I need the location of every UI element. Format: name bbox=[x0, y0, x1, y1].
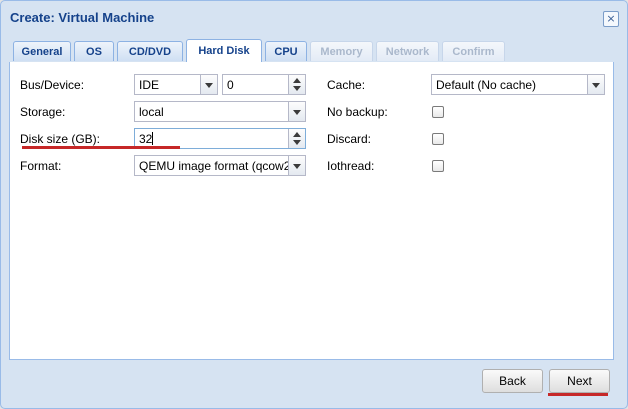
device-spinner[interactable]: 0 bbox=[222, 74, 306, 95]
tab-network: Network bbox=[376, 41, 439, 61]
tab-cd-dvd[interactable]: CD/DVD bbox=[117, 41, 183, 61]
bus-value: IDE bbox=[139, 78, 160, 92]
spinner-icon[interactable] bbox=[288, 129, 305, 148]
device-value: 0 bbox=[227, 78, 234, 92]
no-backup-label: No backup: bbox=[327, 105, 388, 119]
discard-label: Discard: bbox=[327, 132, 372, 146]
storage-label: Storage: bbox=[20, 105, 66, 119]
chevron-down-icon[interactable] bbox=[288, 156, 305, 175]
cache-value: Default (No cache) bbox=[436, 78, 537, 92]
bus-select[interactable]: IDE bbox=[134, 74, 218, 95]
disk-size-label: Disk size (GB): bbox=[20, 132, 101, 146]
close-icon[interactable]: × bbox=[603, 11, 619, 27]
iothread-label: Iothread: bbox=[327, 159, 375, 173]
no-backup-checkbox[interactable] bbox=[432, 106, 444, 118]
tab-confirm: Confirm bbox=[442, 41, 505, 61]
format-select[interactable]: QEMU image format (qcow2) bbox=[134, 155, 306, 176]
next-highlight-underline bbox=[548, 393, 608, 396]
hard-disk-panel: Bus/Device: IDE 0 Storage: local Disk si… bbox=[9, 62, 614, 360]
chevron-down-icon[interactable] bbox=[288, 102, 305, 121]
next-button[interactable]: Next bbox=[549, 369, 610, 393]
cache-select[interactable]: Default (No cache) bbox=[431, 74, 605, 95]
highlight-underline bbox=[22, 146, 180, 149]
storage-value: local bbox=[139, 105, 164, 119]
create-vm-dialog: Create: Virtual Machine × General OS CD/… bbox=[0, 0, 628, 409]
tab-cpu[interactable]: CPU bbox=[265, 41, 307, 61]
tab-memory: Memory bbox=[310, 41, 373, 61]
iothread-checkbox[interactable] bbox=[432, 160, 444, 172]
tab-os[interactable]: OS bbox=[74, 41, 114, 61]
tab-hard-disk[interactable]: Hard Disk bbox=[186, 39, 262, 62]
spinner-icon[interactable] bbox=[288, 75, 305, 94]
text-caret bbox=[152, 132, 153, 145]
cache-label: Cache: bbox=[327, 78, 366, 92]
chevron-down-icon[interactable] bbox=[200, 75, 217, 94]
bus-device-label: Bus/Device: bbox=[20, 78, 85, 92]
discard-checkbox[interactable] bbox=[432, 133, 444, 145]
chevron-down-icon[interactable] bbox=[587, 75, 604, 94]
format-label: Format: bbox=[20, 159, 62, 173]
tab-general[interactable]: General bbox=[13, 41, 71, 61]
disk-size-value: 32 bbox=[139, 132, 153, 146]
tab-bar: General OS CD/DVD Hard Disk CPU Memory N… bbox=[9, 37, 614, 63]
title-bar: Create: Virtual Machine × bbox=[1, 1, 627, 35]
format-value: QEMU image format (qcow2) bbox=[139, 159, 289, 173]
dialog-title: Create: Virtual Machine bbox=[10, 10, 155, 25]
back-button[interactable]: Back bbox=[482, 369, 543, 393]
storage-select[interactable]: local bbox=[134, 101, 306, 122]
